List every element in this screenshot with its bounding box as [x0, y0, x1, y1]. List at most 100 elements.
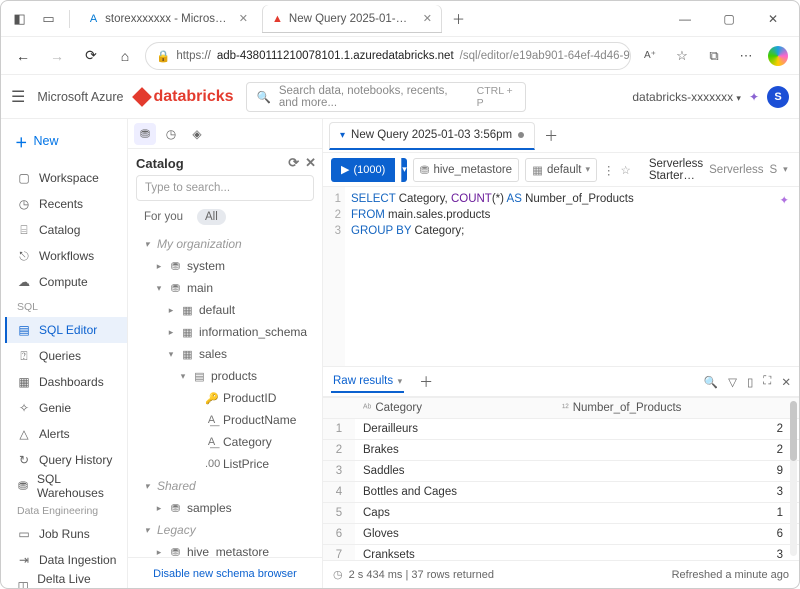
table-row[interactable]: 3Saddles9: [323, 461, 799, 482]
catalog-search[interactable]: Type to search...: [136, 175, 314, 201]
search-results-icon[interactable]: 🔍: [704, 375, 718, 389]
nav-item-compute[interactable]: ☁Compute: [5, 269, 127, 295]
account-switcher[interactable]: databricks-xxxxxxx ▾: [632, 90, 741, 104]
collections-icon[interactable]: ⧉: [701, 43, 727, 69]
kebab-icon[interactable]: ⋮: [603, 163, 615, 177]
nav-item-workflows[interactable]: ⎋Workflows: [5, 243, 127, 269]
nav-item-catalog[interactable]: ⌸Catalog: [5, 217, 127, 243]
tree-node[interactable]: .00ListPrice: [134, 453, 316, 475]
run-button[interactable]: ▶ (1000): [331, 158, 395, 182]
tree-node[interactable]: ▸▦information_schema: [134, 321, 316, 343]
nav-item-dashboards[interactable]: ▦Dashboards: [5, 369, 127, 395]
table-row[interactable]: 6Gloves6: [323, 524, 799, 545]
expand-icon[interactable]: ▸: [166, 327, 176, 338]
expand-icon[interactable]: ⛶: [763, 375, 771, 389]
chevron-down-icon[interactable]: ▾: [395, 376, 402, 386]
column-header[interactable]: ¹²Number_of_Products: [554, 398, 799, 419]
close-tab-icon[interactable]: ✕: [423, 12, 432, 25]
window-close[interactable]: ✕: [753, 5, 793, 33]
global-search[interactable]: 🔍 Search data, notebooks, recents, and m…: [246, 82, 526, 112]
window-minimize[interactable]: ―: [665, 5, 705, 33]
results-grid[interactable]: ᴬᵇCategory¹²Number_of_Products1Derailleu…: [323, 397, 799, 560]
nav-item-query-history[interactable]: ↻Query History: [5, 447, 127, 473]
nav-item-sql-warehouses[interactable]: ⛃SQL Warehouses: [5, 473, 127, 499]
query-tab[interactable]: ▾ New Query 2025-01-03 3:56pm: [329, 122, 535, 150]
tree-node[interactable]: ▾▦sales: [134, 343, 316, 365]
expand-icon[interactable]: ▸: [166, 305, 176, 316]
table-row[interactable]: 2Brakes2: [323, 440, 799, 461]
close-results-icon[interactable]: ✕: [781, 375, 791, 389]
new-button[interactable]: ＋New: [15, 127, 59, 155]
close-tab-icon[interactable]: ✕: [239, 12, 248, 25]
expand-icon[interactable]: ▾: [142, 481, 152, 492]
tree-node[interactable]: ▾⛃main: [134, 277, 316, 299]
avatar[interactable]: S: [767, 86, 789, 108]
columns-icon[interactable]: ▯: [747, 375, 753, 389]
menu-icon[interactable]: ☰: [11, 87, 25, 107]
sql-editor[interactable]: 123 SELECT Category, COUNT(*) AS Number_…: [323, 187, 799, 367]
nav-item-genie[interactable]: ✧Genie: [5, 395, 127, 421]
assistant-sparkle-icon[interactable]: ✦: [779, 193, 789, 207]
favorite-icon[interactable]: ☆: [669, 43, 695, 69]
tree-node[interactable]: 🔑ProductID: [134, 387, 316, 409]
nav-item-job-runs[interactable]: ▭Job Runs: [5, 521, 127, 547]
profile-icon[interactable]: ◧: [7, 6, 32, 31]
tree-node[interactable]: ▸⛃system: [134, 255, 316, 277]
nav-item-data-ingestion[interactable]: ⇥Data Ingestion: [5, 547, 127, 573]
disable-schema-browser-link[interactable]: Disable new schema browser: [153, 568, 297, 580]
assistant-icon[interactable]: ✦: [749, 90, 759, 104]
tree-node[interactable]: ▸⛃hive_metastore: [134, 541, 316, 557]
table-row[interactable]: 4Bottles and Cages3: [323, 482, 799, 503]
filter-for-you[interactable]: For you: [136, 209, 191, 225]
history-tab-icon[interactable]: ◷: [160, 123, 182, 145]
chevron-down-icon[interactable]: ▾: [340, 130, 345, 141]
nav-item-recents[interactable]: ◷Recents: [5, 191, 127, 217]
save-button[interactable]: Save*: [794, 164, 799, 176]
expand-icon[interactable]: ▾: [142, 525, 152, 536]
expand-icon[interactable]: ▾: [178, 371, 188, 382]
tabs-overview-icon[interactable]: ▭: [36, 6, 61, 31]
catalog-select[interactable]: ⛃hive_metastore: [413, 158, 519, 182]
warehouse-name[interactable]: Serverless Starter…: [649, 158, 703, 182]
refresh-button[interactable]: ⟳: [77, 42, 105, 70]
column-header[interactable]: ᴬᵇCategory: [355, 398, 554, 419]
expand-icon[interactable]: ▾: [142, 239, 152, 250]
home-button[interactable]: ⌂: [111, 42, 139, 70]
tree-node[interactable]: A͟Category: [134, 431, 316, 453]
more-icon[interactable]: ⋯: [733, 43, 759, 69]
nav-item-queries[interactable]: ⍰Queries: [5, 343, 127, 369]
nav-item-sql-editor[interactable]: ▤SQL Editor: [5, 317, 127, 343]
refresh-catalog-icon[interactable]: ⟳: [288, 155, 299, 171]
tree-node[interactable]: ▾My organization: [134, 233, 316, 255]
reader-icon[interactable]: A⁺: [637, 43, 663, 69]
results-scrollbar[interactable]: [790, 401, 797, 556]
nav-item-delta-live-tables[interactable]: ◫Delta Live Tables: [5, 573, 127, 588]
star-icon[interactable]: ☆: [621, 163, 631, 177]
run-dropdown[interactable]: ▾: [401, 158, 407, 182]
expand-icon[interactable]: ▸: [154, 261, 164, 272]
expand-icon[interactable]: ▸: [154, 547, 164, 558]
back-button[interactable]: ←: [9, 42, 37, 70]
forward-button[interactable]: →: [43, 42, 71, 70]
catalog-tab-icon[interactable]: ⛃: [134, 123, 156, 145]
add-viz-button[interactable]: ＋: [414, 370, 438, 394]
pin-tab-icon[interactable]: ◈: [186, 123, 208, 145]
filter-icon[interactable]: ▽: [728, 375, 737, 389]
tree-node[interactable]: ▸▦default: [134, 299, 316, 321]
copilot-icon[interactable]: [765, 43, 791, 69]
table-row[interactable]: 5Caps1: [323, 503, 799, 524]
table-row[interactable]: 1Derailleurs2: [323, 419, 799, 440]
expand-icon[interactable]: ▸: [154, 503, 164, 514]
tree-node[interactable]: ▾▤products: [134, 365, 316, 387]
schema-select[interactable]: ▦default ▾: [525, 158, 597, 182]
results-tab[interactable]: Raw results ▾: [331, 371, 404, 393]
tree-node[interactable]: ▸⛃samples: [134, 497, 316, 519]
browser-tab[interactable]: A storexxxxxxx - Microsoft Azure ✕: [78, 5, 258, 33]
window-maximize[interactable]: ▢: [709, 5, 749, 33]
table-row[interactable]: 7Cranksets3: [323, 545, 799, 561]
close-catalog-icon[interactable]: ✕: [305, 155, 316, 171]
nav-item-workspace[interactable]: ▢Workspace: [5, 165, 127, 191]
address-bar[interactable]: 🔒 https://adb-4380111210078101.1.azureda…: [145, 42, 631, 70]
warehouse-dropdown-icon[interactable]: ▾: [783, 164, 788, 175]
expand-icon[interactable]: ▾: [166, 349, 176, 360]
